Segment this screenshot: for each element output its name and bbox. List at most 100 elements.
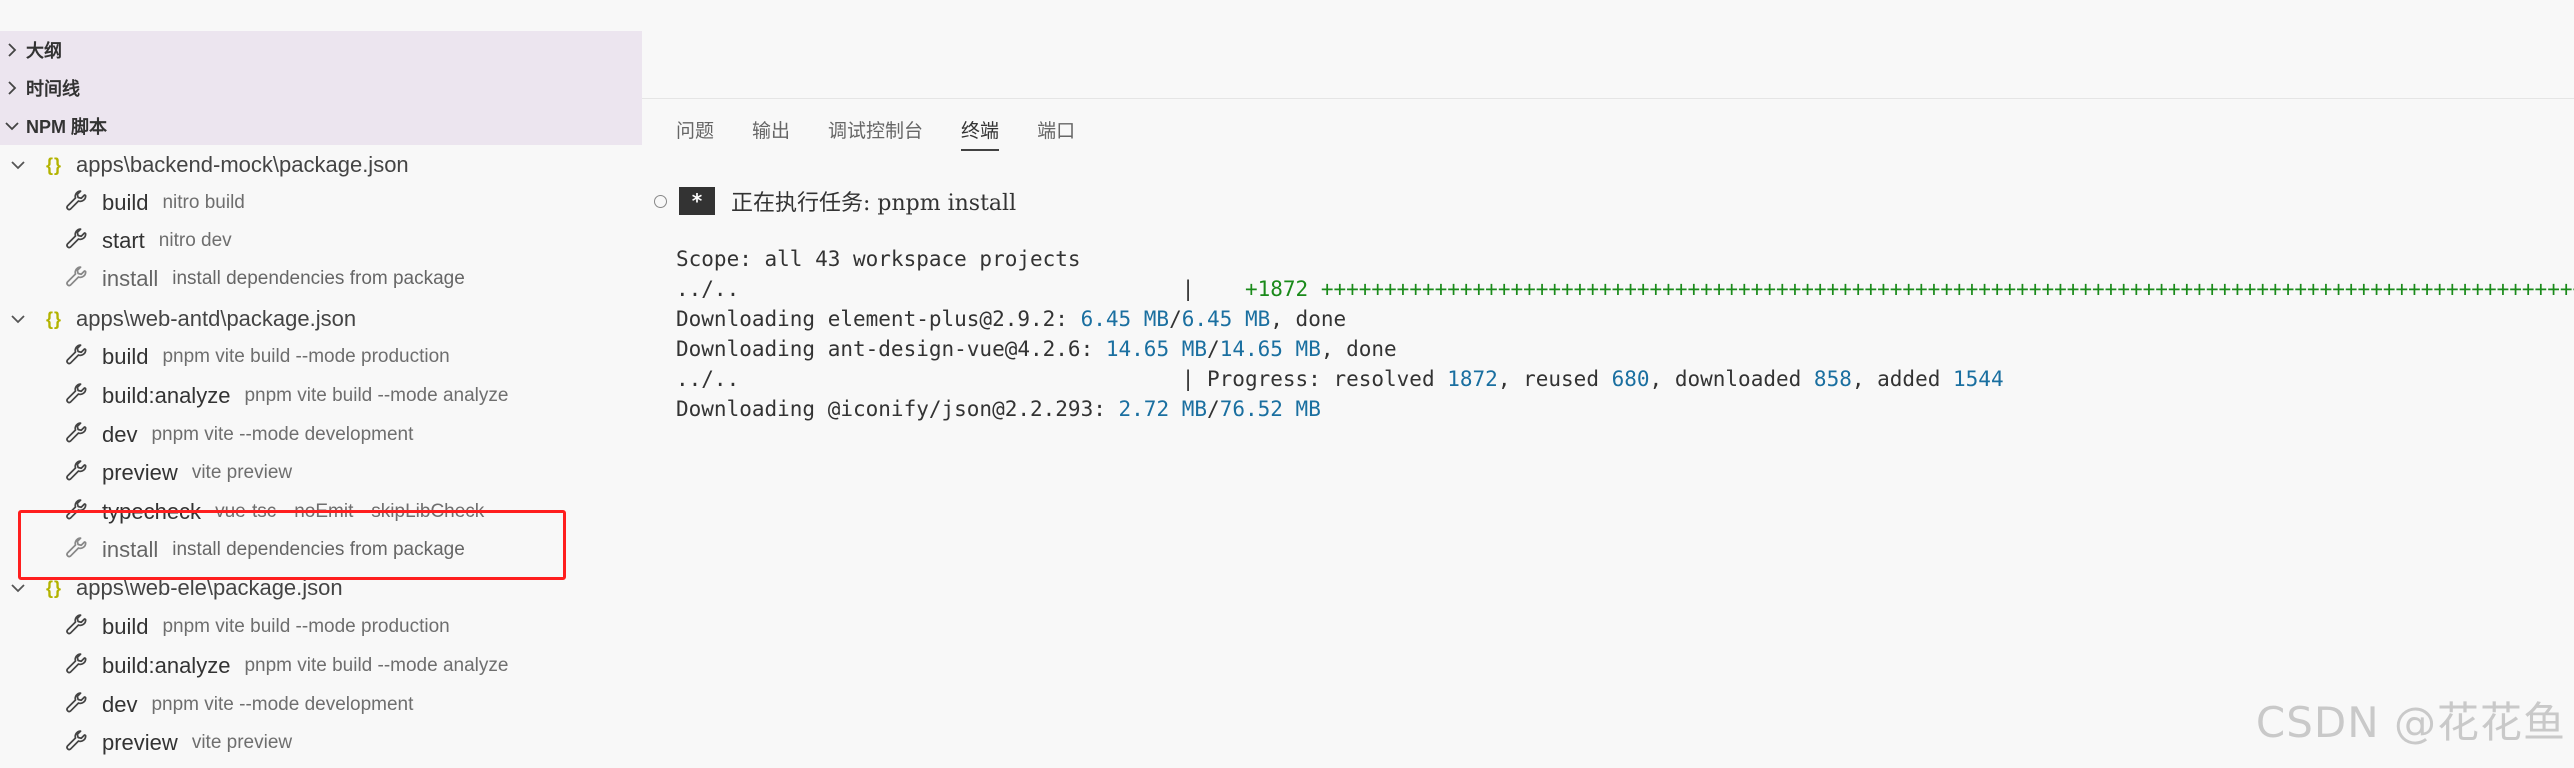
script-name: build:analyze bbox=[102, 653, 231, 678]
terminal-output[interactable]: * 正在执行任务: pnpm install Scope: all 43 wor… bbox=[642, 180, 2574, 740]
tab-debug-console[interactable]: 调试控制台 bbox=[828, 116, 923, 151]
panel-tabs: 问题 输出 调试控制台 终端 端口 bbox=[676, 116, 1113, 151]
wrench-icon bbox=[66, 422, 87, 443]
script-name: preview bbox=[102, 460, 178, 485]
terminal-line-progress: ../.. | Progress: resolved 1872, reused … bbox=[676, 364, 2004, 394]
script-name: dev bbox=[102, 422, 138, 447]
package-web-antd[interactable]: {} apps\web-antd\package.json bbox=[0, 300, 356, 338]
script-name: build bbox=[102, 614, 149, 639]
download-suffix: , done bbox=[1320, 337, 1397, 361]
section-timeline-label: 时间线 bbox=[26, 79, 80, 99]
script-command: vite preview bbox=[191, 732, 293, 753]
script-item-dev[interactable]: dev pnpm vite --mode development bbox=[0, 686, 413, 724]
script-item-dev[interactable]: dev pnpm vite --mode development bbox=[0, 416, 413, 454]
bottom-panel: 问题 输出 调试控制台 终端 端口 * 正在执行任务: pnpm install… bbox=[642, 0, 2574, 768]
editor-area bbox=[642, 0, 2574, 99]
progress-text: , reused bbox=[1497, 367, 1612, 391]
wrench-icon bbox=[66, 266, 87, 287]
scope-text: Scope: all 43 workspace projects bbox=[676, 247, 1081, 271]
script-item-build-analyze[interactable]: build:analyze pnpm vite build --mode ana… bbox=[0, 647, 508, 685]
chevron-down-icon bbox=[10, 157, 26, 173]
script-name: preview bbox=[102, 730, 178, 755]
resolved-count: 1872 bbox=[1447, 367, 1498, 391]
reused-count: 680 bbox=[1611, 367, 1650, 391]
highlight-annotation-box bbox=[18, 510, 566, 580]
script-item-preview[interactable]: preview vite preview bbox=[0, 454, 292, 492]
script-item-build-analyze[interactable]: build:analyze pnpm vite build --mode ana… bbox=[0, 377, 508, 415]
package-label: apps\backend-mock\package.json bbox=[76, 152, 409, 177]
terminal-line-download-1: Downloading element-plus@2.9.2: 6.45 MB/… bbox=[676, 304, 1346, 334]
terminal-line-download-2: Downloading ant-design-vue@4.2.6: 14.65 … bbox=[676, 334, 1397, 364]
circle-icon bbox=[654, 194, 667, 208]
wrench-icon bbox=[66, 653, 87, 674]
progress-plus-bar: ++++++++++++++++++++++++++++++++++++++++… bbox=[1308, 277, 2574, 301]
package-backend-mock[interactable]: {} apps\backend-mock\package.json bbox=[0, 146, 409, 184]
script-name: install bbox=[102, 266, 159, 291]
wrench-icon bbox=[66, 228, 87, 249]
section-npm-scripts[interactable]: NPM 脚本 bbox=[0, 107, 642, 145]
script-item-preview[interactable]: preview vite preview bbox=[0, 724, 292, 762]
download-amount: 2.72 MB bbox=[1118, 397, 1208, 421]
progress-prefix: ../.. | Progress: resolved bbox=[676, 367, 1448, 391]
script-command: pnpm vite --mode development bbox=[151, 424, 414, 445]
json-braces-icon: {} bbox=[46, 577, 63, 598]
task-header: * 正在执行任务: pnpm install bbox=[654, 184, 1016, 218]
script-command: nitro build bbox=[162, 192, 245, 213]
tab-ports[interactable]: 端口 bbox=[1037, 116, 1075, 151]
script-item-build[interactable]: build nitro build bbox=[0, 184, 245, 222]
script-item-start[interactable]: start nitro dev bbox=[0, 222, 232, 260]
script-name: start bbox=[102, 228, 145, 253]
script-command: pnpm vite build --mode analyze bbox=[244, 385, 509, 406]
script-command: pnpm vite --mode development bbox=[151, 694, 414, 715]
script-command: pnpm vite build --mode production bbox=[162, 616, 450, 637]
npm-scripts-sidebar: 大纲 时间线 NPM 脚本 {} apps\backend-mock\packa… bbox=[0, 0, 642, 768]
chevron-down-icon bbox=[10, 580, 26, 596]
download-prefix: Downloading @iconify/json@2.2.293: bbox=[676, 397, 1119, 421]
section-outline[interactable]: 大纲 bbox=[0, 31, 642, 69]
wrench-icon bbox=[66, 344, 87, 365]
wrench-icon bbox=[66, 460, 87, 481]
script-command: vite preview bbox=[191, 462, 293, 483]
download-total: 14.65 MB bbox=[1219, 337, 1321, 361]
wrench-icon bbox=[66, 614, 87, 635]
watermark: CSDN @花花鱼 bbox=[2255, 698, 2566, 747]
task-title: 正在执行任务: pnpm install bbox=[731, 191, 1017, 216]
progress-text: , added bbox=[1851, 367, 1954, 391]
script-command: nitro dev bbox=[158, 230, 232, 251]
script-name: build:analyze bbox=[102, 383, 231, 408]
script-name: build bbox=[102, 344, 149, 369]
script-item-install[interactable]: install install dependencies from packag… bbox=[0, 260, 465, 298]
download-prefix: Downloading ant-design-vue@4.2.6: bbox=[676, 337, 1106, 361]
script-name: dev bbox=[102, 692, 138, 717]
script-command: pnpm vite build --mode production bbox=[162, 346, 450, 367]
downloaded-count: 858 bbox=[1813, 367, 1852, 391]
download-amount: 6.45 MB bbox=[1080, 307, 1170, 331]
script-command: pnpm vite build --mode analyze bbox=[244, 655, 509, 676]
download-sep: / bbox=[1169, 307, 1182, 331]
terminal-line-download-3: Downloading @iconify/json@2.2.293: 2.72 … bbox=[676, 394, 1321, 424]
terminal-line-progress-bar: ../.. | +1872 ++++++++++++++++++++++++++… bbox=[676, 274, 2574, 304]
json-braces-icon: {} bbox=[46, 308, 63, 329]
section-timeline[interactable]: 时间线 bbox=[0, 69, 642, 107]
script-item-build[interactable]: build pnpm vite build --mode production bbox=[0, 338, 450, 376]
package-label: apps\web-antd\package.json bbox=[76, 306, 357, 331]
section-npm-scripts-label: NPM 脚本 bbox=[26, 117, 107, 137]
added-count: 1544 bbox=[1953, 367, 2004, 391]
task-badge: * bbox=[679, 187, 715, 215]
download-sep: / bbox=[1207, 397, 1220, 421]
download-suffix: , done bbox=[1270, 307, 1347, 331]
progress-text: , downloaded bbox=[1649, 367, 1814, 391]
download-total: 76.52 MB bbox=[1219, 397, 1321, 421]
script-item-build[interactable]: build pnpm vite build --mode production bbox=[0, 608, 450, 646]
download-total: 6.45 MB bbox=[1181, 307, 1271, 331]
script-command: install dependencies from package bbox=[172, 268, 465, 289]
line-prefix: ../.. | bbox=[676, 277, 1245, 301]
added-count: +1872 bbox=[1244, 277, 1309, 301]
tab-output[interactable]: 输出 bbox=[752, 116, 790, 151]
tab-terminal[interactable]: 终端 bbox=[961, 116, 1000, 151]
json-braces-icon: {} bbox=[46, 154, 63, 175]
wrench-icon bbox=[66, 190, 87, 211]
download-prefix: Downloading element-plus@2.9.2: bbox=[676, 307, 1081, 331]
tab-problems[interactable]: 问题 bbox=[676, 116, 714, 151]
terminal-line-scope: Scope: all 43 workspace projects bbox=[676, 244, 1081, 274]
